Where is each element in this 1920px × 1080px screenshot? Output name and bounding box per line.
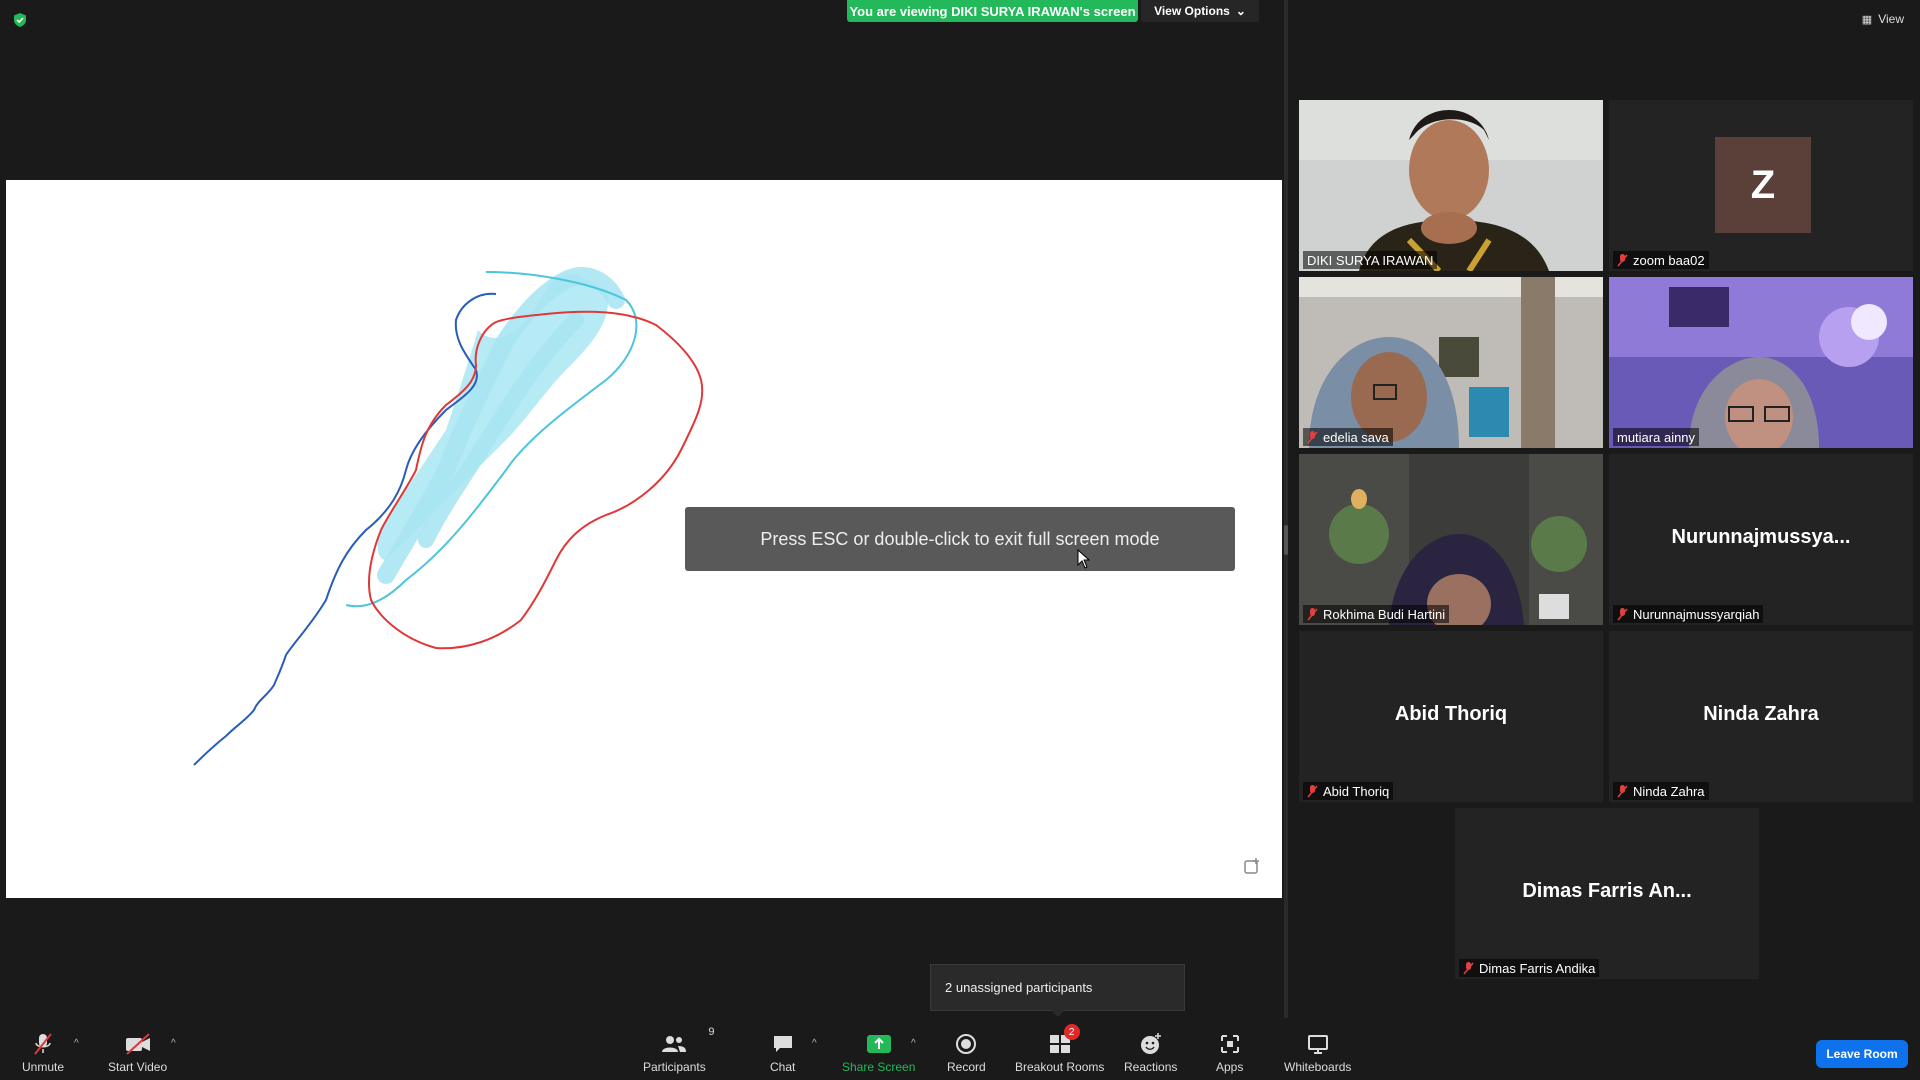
share-screen-label: Share Screen	[842, 1060, 916, 1074]
mic-muted-icon	[1307, 784, 1318, 797]
mouse-cursor-icon	[1077, 549, 1091, 569]
share-options-caret-icon[interactable]: ^	[911, 1038, 916, 1049]
mic-muted-icon	[1307, 607, 1318, 620]
participant-tile-active[interactable]: mutiara ainny	[1609, 277, 1913, 448]
view-options-label: View Options	[1154, 4, 1230, 18]
participant-tile[interactable]: Ninda Zahra Ninda Zahra	[1609, 631, 1913, 802]
breakout-rooms-button[interactable]: 2 Breakout Rooms	[1015, 1024, 1105, 1074]
reactions-label: Reactions	[1124, 1060, 1178, 1074]
start-video-button[interactable]: Start Video	[108, 1030, 167, 1074]
record-button[interactable]: Record	[947, 1030, 986, 1074]
participant-video	[1609, 277, 1913, 448]
encryption-shield-icon[interactable]	[12, 12, 28, 28]
participant-name-label: Abid Thoriq	[1303, 782, 1394, 800]
participant-name-label: Dimas Farris Andika	[1459, 959, 1600, 977]
participant-video	[1299, 277, 1603, 448]
participant-name-label: edelia sava	[1303, 428, 1393, 446]
blue-line-stroke	[193, 292, 497, 766]
avatar: Z	[1715, 137, 1811, 233]
mic-muted-icon	[34, 1033, 52, 1055]
whiteboards-button[interactable]: Whiteboards	[1284, 1030, 1351, 1074]
chat-options-caret-icon[interactable]: ^	[812, 1038, 817, 1049]
chat-icon	[773, 1036, 792, 1052]
participant-tile[interactable]: Rokhima Budi Hartini	[1299, 454, 1603, 625]
record-label: Record	[947, 1060, 986, 1074]
whiteboard-icon	[1307, 1035, 1328, 1054]
mic-muted-icon	[1307, 430, 1318, 443]
participant-name-label: DIKI SURYA IRAWAN	[1303, 251, 1438, 269]
leave-room-button[interactable]: Leave Room	[1816, 1040, 1908, 1068]
view-button-label: View	[1878, 12, 1904, 26]
whiteboards-label: Whiteboards	[1284, 1060, 1352, 1074]
participant-display-name: Ninda Zahra	[1703, 703, 1819, 725]
video-off-icon	[125, 1033, 150, 1055]
participants-icon	[662, 1036, 687, 1052]
participant-name-label: Nurunnajmussyarqiah	[1613, 605, 1764, 623]
video-options-caret-icon[interactable]: ^	[171, 1038, 176, 1049]
reactions-button[interactable]: Reactions	[1124, 1030, 1177, 1074]
start-video-label: Start Video	[108, 1060, 168, 1074]
participant-name-label: zoom baa02	[1613, 251, 1709, 269]
shared-screen-area: You are viewing DIKI SURYA IRAWAN's scre…	[0, 0, 1288, 1018]
participant-tile[interactable]: Abid Thoriq Abid Thoriq	[1299, 631, 1603, 802]
apps-label: Apps	[1216, 1060, 1244, 1074]
breakout-rooms-badge: 2	[1063, 1024, 1080, 1040]
share-screen-icon	[866, 1035, 891, 1053]
breakout-rooms-label: Breakout Rooms	[1015, 1060, 1105, 1074]
participant-tile[interactable]: Nurunnajmussya... Nurunnajmussyarqiah	[1609, 454, 1913, 625]
participant-tile[interactable]: Dimas Farris An... Dimas Farris Andika	[1455, 808, 1759, 979]
apps-button[interactable]: Apps	[1216, 1030, 1243, 1074]
chevron-down-icon: ⌄	[1235, 4, 1246, 18]
mic-muted-icon	[1463, 961, 1474, 974]
participant-name-label: Rokhima Budi Hartini	[1303, 605, 1450, 623]
participant-name-label: Ninda Zahra	[1613, 782, 1709, 800]
participant-video	[1299, 454, 1603, 625]
participant-video	[1299, 100, 1603, 271]
participants-label: Participants	[643, 1060, 706, 1074]
participant-display-name: Abid Thoriq	[1394, 703, 1508, 725]
mic-muted-icon	[1617, 607, 1628, 620]
participants-count: 9	[708, 1026, 715, 1038]
participant-display-name: Dimas Farris An...	[1522, 880, 1692, 902]
panel-divider[interactable]	[1284, 0, 1288, 1030]
chat-label: Chat	[770, 1060, 796, 1074]
gallery-view-panel: ▦ View DIKI SURYA IRAWAN Z zoom baa02 ed…	[1292, 0, 1920, 1030]
participant-display-name: Nurunnajmussya...	[1671, 526, 1851, 548]
view-button[interactable]: ▦ View	[1862, 12, 1904, 26]
participant-name-label: mutiara ainny	[1613, 428, 1700, 446]
share-screen-button[interactable]: Share Screen	[842, 1030, 915, 1074]
record-icon	[956, 1034, 977, 1054]
participant-tile[interactable]: DIKI SURYA IRAWAN	[1299, 100, 1603, 271]
grid-icon: ▦	[1861, 13, 1873, 26]
chat-button[interactable]: Chat	[770, 1030, 795, 1074]
unmute-button[interactable]: Unmute	[22, 1030, 64, 1074]
expand-share-icon[interactable]	[1242, 856, 1262, 876]
exit-fullscreen-toast: Press ESC or double-click to exit full s…	[685, 507, 1235, 571]
view-options-dropdown[interactable]: View Options ⌄	[1141, 0, 1259, 22]
divider-grip[interactable]	[1284, 525, 1288, 555]
participant-tile[interactable]: edelia sava	[1299, 277, 1603, 448]
unmute-label: Unmute	[22, 1060, 65, 1074]
meeting-toolbar: Unmute ^ Start Video ^ 9 Participants Ch…	[0, 1018, 1920, 1080]
mic-muted-icon	[1617, 253, 1628, 266]
participants-button[interactable]: 9 Participants	[643, 1026, 714, 1074]
viewing-screen-banner: You are viewing DIKI SURYA IRAWAN's scre…	[847, 0, 1138, 22]
apps-icon	[1220, 1035, 1239, 1053]
participant-tile[interactable]: Z zoom baa02	[1609, 100, 1913, 271]
audio-options-caret-icon[interactable]: ^	[74, 1038, 79, 1049]
reactions-icon	[1140, 1033, 1161, 1054]
unassigned-participants-tooltip: 2 unassigned participants	[930, 964, 1185, 1017]
mic-muted-icon	[1617, 784, 1628, 797]
